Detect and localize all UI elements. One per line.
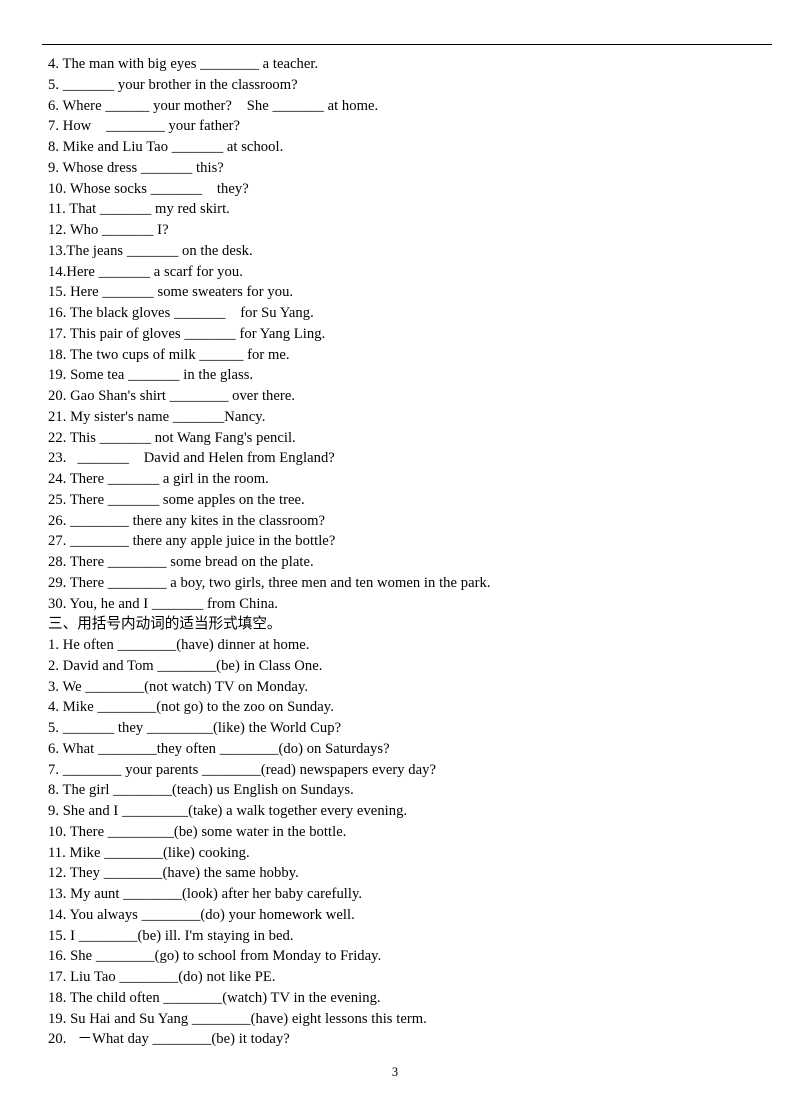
question-item: 13.The jeans _______ on the desk. [48,242,253,259]
question-item: 25. There _______ some apples on the tre… [48,491,305,508]
question-item: 19. Some tea _______ in the glass. [48,367,254,384]
question-item: 16. The black gloves _______ for Su Yang… [48,305,314,321]
question-item: 18. The two cups of milk ______ for me. [48,346,290,363]
question-item: 12. Who _______ I? [48,222,169,238]
question-item: 22. This _______ not Wang Fang's pencil. [48,429,296,446]
question-item: 16. She ________(go) to school from Mond… [48,948,382,965]
question-item: 24. There _______ a girl in the room. [48,471,269,487]
question-item: 10. Whose socks _______ they? [48,180,249,197]
question-item: 12. They ________(have) the same hobby. [48,865,299,882]
question-item: 6. Where ______ your mother? She _______… [48,97,379,114]
question-item: 21. My sister's name _______Nancy. [48,408,266,425]
question-item: 18. The child often ________(watch) TV i… [48,989,381,1006]
question-item: 4. The man with big eyes ________ a teac… [48,56,319,72]
question-item: 17. Liu Tao ________(do) not like PE. [48,969,276,985]
question-item: 15. Here _______ some sweaters for you. [48,284,294,301]
question-item: 29. There ________ a boy, two girls, thr… [48,574,491,591]
question-item: 30. You, he and I _______ from China. [48,595,279,612]
question-item: 28. There ________ some bread on the pla… [48,554,314,570]
question-item: 5. _______ they _________(like) the Worl… [48,720,342,736]
question-item: 9. She and I _________(take) a walk toge… [48,803,408,819]
question-item: 7. How ________ your father? [48,118,241,135]
question-item: 13. My aunt ________(look) after her bab… [48,886,363,902]
question-item: 8. Mike and Liu Tao _______ at school. [48,139,284,155]
question-item: 2. David and Tom ________(be) in Class O… [48,657,323,674]
question-item: 5. _______ your brother in the classroom… [48,76,298,93]
question-item: 15. I ________(be) ill. I'm staying in b… [48,927,294,944]
question-item: 10. There _________(be) some water in th… [48,823,347,840]
question-item: 14. You always ________(do) your homewor… [48,906,355,923]
question-item: 26. ________ there any kites in the clas… [48,512,326,529]
header-divider [42,44,772,45]
question-item: 19. Su Hai and Su Yang ________(have) ei… [48,1010,427,1027]
question-item: 11. That _______ my red skirt. [48,201,230,218]
question-item: 7. ________ your parents ________(read) … [48,761,437,778]
question-item: 20. －What day ________(be) it today? [48,1031,290,1048]
question-item: 8. The girl ________(teach) us English o… [48,782,354,799]
question-item: 17. This pair of gloves _______ for Yang… [48,325,326,342]
question-item: 27. ________ there any apple juice in th… [48,533,336,550]
question-item: 1. He often ________(have) dinner at hom… [48,637,310,653]
question-item: 6. What ________they often ________(do) … [48,740,390,757]
question-item: 14.Here _______ a scarf for you. [48,263,243,280]
page-number: 3 [391,1065,399,1079]
question-item: 23. _______ David and Helen from England… [48,450,335,467]
section-three-heading: 三、用括号内动词的适当形式填空。 [48,615,282,633]
question-item: 4. Mike ________(not go) to the zoo on S… [48,699,334,716]
question-item: 9. Whose dress _______ this? [48,159,224,176]
worksheet-page: 4. The man with big eyes ________ a teac… [0,0,790,1119]
question-item: 20. Gao Shan's shirt ________ over there… [48,388,296,404]
worksheet-content: 4. The man with big eyes ________ a teac… [48,54,774,1050]
question-item: 3. We ________(not watch) TV on Monday. [48,678,309,695]
question-item: 11. Mike ________(like) cooking. [48,844,250,861]
